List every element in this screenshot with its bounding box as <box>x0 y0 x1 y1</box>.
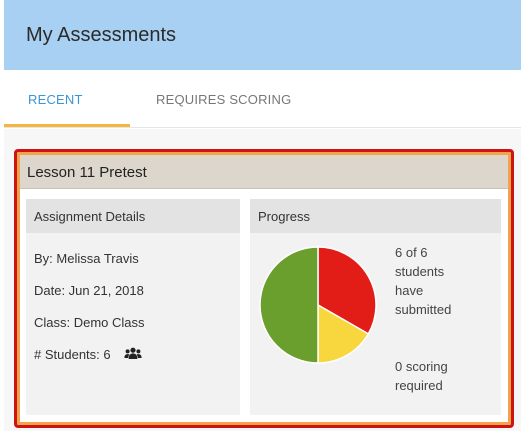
scoring-line: 0 scoring <box>395 359 448 374</box>
page-title: My Assessments <box>26 23 177 46</box>
progress-header: Progress <box>250 199 501 233</box>
tab-requires-scoring[interactable]: REQUIRES SCORING <box>156 92 291 107</box>
assessment-card[interactable]: Lesson 11 Pretest Assignment Details By:… <box>14 149 514 428</box>
assignment-details-panel: Assignment Details By: Melissa Travis Da… <box>26 199 240 415</box>
student-count-row: # Students: 6 <box>34 347 142 364</box>
assignment-details-header: Assignment Details <box>26 199 240 233</box>
scoring-line: required <box>395 378 443 393</box>
people-icon[interactable] <box>124 347 142 364</box>
student-count: # Students: 6 <box>34 347 111 362</box>
submitted-line: submitted <box>395 302 452 317</box>
submitted-status: 6 of 6 students have submitted <box>395 243 451 319</box>
assigned-date: Date: Jun 21, 2018 <box>34 283 144 298</box>
scoring-status: 0 scoring required <box>395 357 448 395</box>
submitted-line: have <box>395 283 424 298</box>
tab-bar: RECENT REQUIRES SCORING <box>4 70 521 128</box>
app-header: My Assessments <box>4 0 521 70</box>
progress-panel: Progress 6 of 6 students have submitted … <box>250 199 501 415</box>
active-tab-indicator <box>4 124 130 127</box>
assessment-title[interactable]: Lesson 11 Pretest <box>20 155 508 189</box>
submitted-line: 6 of 6 <box>395 245 428 260</box>
submitted-line: students <box>395 264 445 279</box>
progress-pie-chart <box>259 246 377 364</box>
tab-recent[interactable]: RECENT <box>28 92 83 107</box>
assigned-by: By: Melissa Travis <box>34 251 139 266</box>
pie-slice <box>259 246 319 364</box>
class-name: Class: Demo Class <box>34 315 145 330</box>
assessment-card-body: Lesson 11 Pretest Assignment Details By:… <box>20 155 508 422</box>
